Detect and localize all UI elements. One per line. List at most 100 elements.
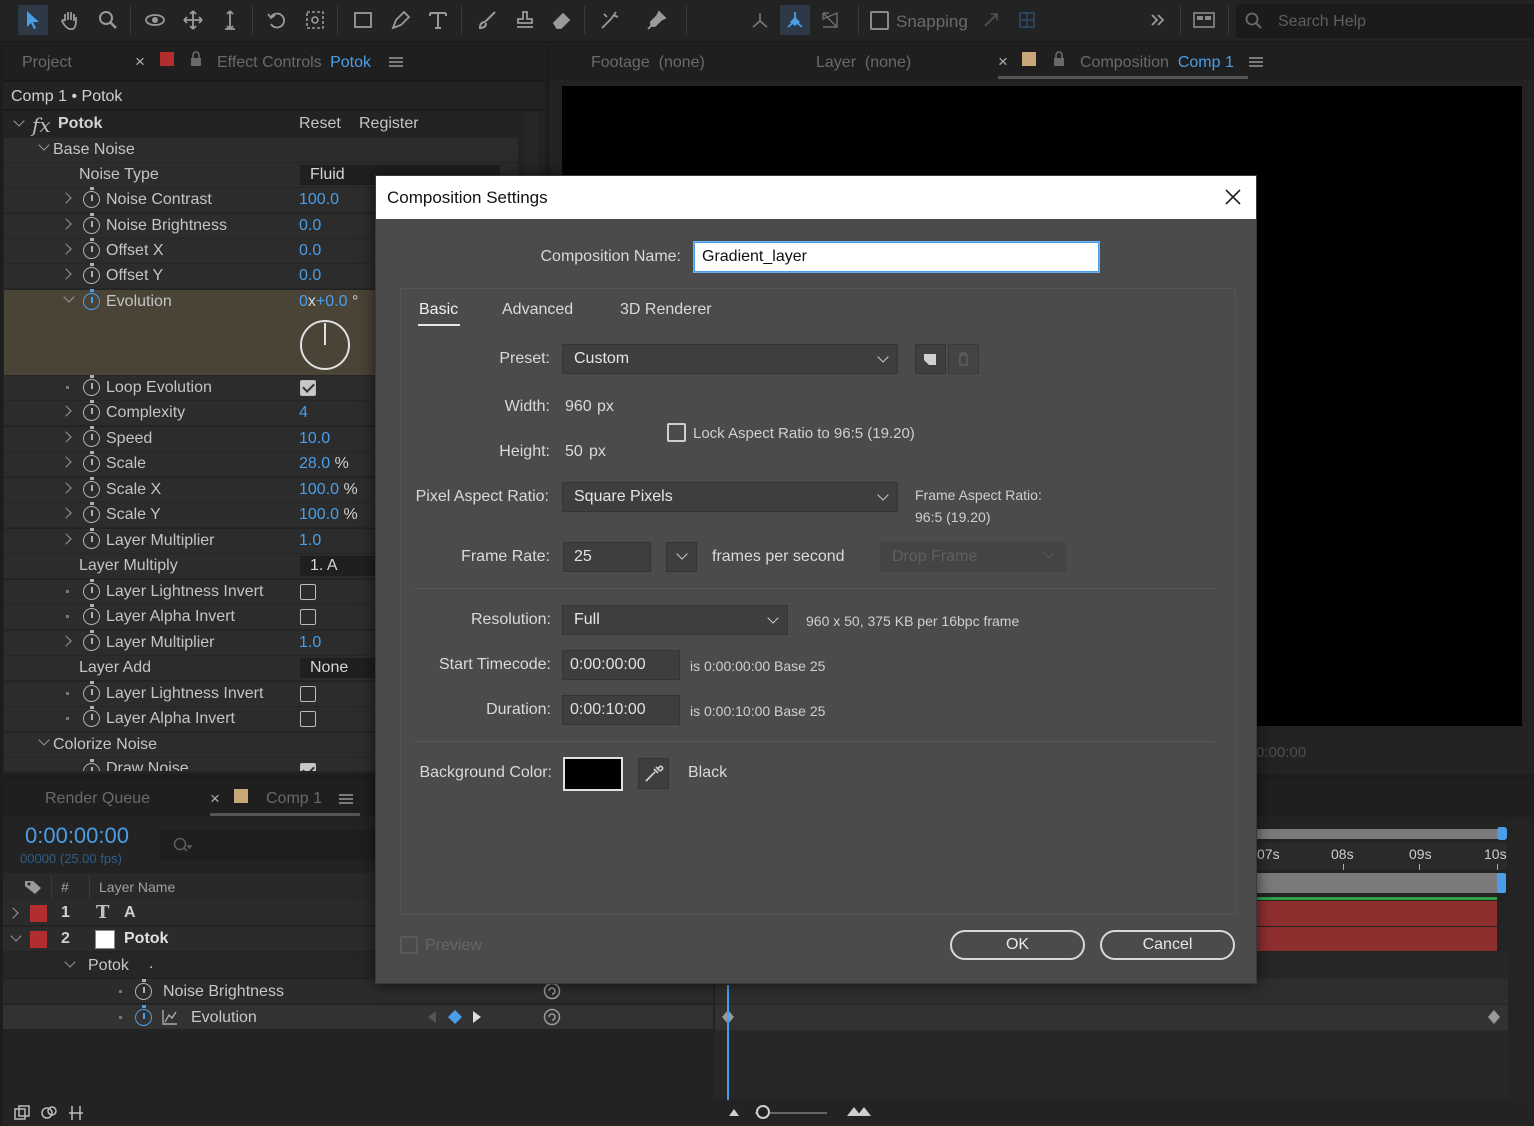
param-value[interactable]: 1.0 [299,634,321,652]
zoom-in-icon[interactable] [845,1104,873,1118]
stopwatch-icon[interactable] [135,979,152,1000]
stopwatch-icon[interactable] [83,528,100,549]
pen-tool-icon[interactable] [386,5,416,35]
param-value[interactable]: 10.0 [299,430,330,448]
loop-evolution-checkbox[interactable] [300,380,316,396]
in-out-icon[interactable] [67,1104,85,1122]
panel-menu-icon[interactable] [389,57,403,67]
chevron-down-icon[interactable] [13,115,25,127]
timeline-search-field[interactable] [160,830,375,860]
expand-toolbar-icon[interactable] [1143,5,1173,35]
layer-switches-icon[interactable] [13,1104,31,1122]
tab-project[interactable]: Project [22,54,72,72]
layer-name[interactable]: Potok [124,930,168,948]
chevron-right-icon[interactable] [60,533,72,545]
stopwatch-icon[interactable] [83,604,100,625]
stopwatch-icon[interactable] [83,289,100,310]
chevron-right-icon[interactable] [60,243,72,255]
current-time-display[interactable]: 0:00:00:00 [25,823,129,849]
tab-layer[interactable]: Layer (none) [816,54,911,72]
label-color-swatch[interactable] [30,931,47,948]
register-link[interactable]: Register [359,115,419,133]
eraser-tool-icon[interactable] [547,5,577,35]
comp-end-marker[interactable] [1497,873,1506,893]
search-help-field[interactable]: Search Help [1236,4,1534,38]
zoom-tool-icon[interactable] [93,5,123,35]
stopwatch-icon[interactable] [83,630,100,651]
label-color-swatch[interactable] [30,905,47,922]
work-area-bar[interactable] [1257,829,1502,839]
chevron-right-icon[interactable] [60,405,72,417]
puppet-pin-tool-icon[interactable] [642,5,672,35]
hand-tool-icon[interactable] [55,5,85,35]
zoom-slider-handle[interactable] [756,1105,770,1119]
tab-footage[interactable]: Footage (none) [591,54,705,72]
layer-alpha-invert-checkbox[interactable] [300,609,316,625]
stopwatch-icon[interactable] [83,706,100,727]
panel-menu-icon[interactable] [1249,57,1263,67]
param-value[interactable]: 0.0 [299,267,321,285]
chevron-right-icon[interactable] [60,635,72,647]
start-timecode-input[interactable]: 0:00:00:00 [562,650,680,680]
brush-tool-icon[interactable] [472,5,502,35]
clone-stamp-tool-icon[interactable] [510,5,540,35]
duration-input[interactable]: 0:00:10:00 [562,695,680,725]
snapping-checkbox[interactable] [870,11,889,30]
expression-pickwhip-icon[interactable] [542,1007,562,1027]
stopwatch-icon[interactable] [83,187,100,208]
layer-lightness-invert-checkbox[interactable] [300,584,316,600]
fx-icon[interactable]: fx [32,113,51,137]
rotate-tool-icon[interactable] [262,5,292,35]
layer-name[interactable]: A [124,904,136,922]
stopwatch-icon[interactable] [83,579,100,600]
height-value[interactable]: 50 [565,443,583,461]
param-value[interactable]: 1.0 [299,532,321,550]
chevron-down-icon[interactable] [64,956,76,968]
stopwatch-icon[interactable] [83,263,100,284]
tab-advanced[interactable]: Advanced [502,301,573,319]
param-value[interactable]: 28.0 % [299,455,349,473]
lock-aspect-checkbox[interactable] [667,423,686,442]
chevron-down-icon[interactable] [10,930,22,942]
stopwatch-icon[interactable] [83,238,100,259]
timeline-vertical-scrollbar[interactable] [1508,817,1528,1107]
param-value[interactable]: 0.0 [299,217,321,235]
pan-tool-icon[interactable] [178,5,208,35]
tab-render-queue[interactable]: Render Queue [45,790,150,808]
snap-edges-icon[interactable] [976,5,1006,35]
evolution-value[interactable]: 0x+0.0 ° [299,293,358,311]
prev-keyframe-icon[interactable] [426,1009,438,1025]
width-value[interactable]: 960 [565,398,592,416]
draw-noise-checkbox[interactable] [300,763,316,771]
layer-row-1[interactable]: 1 T A [3,901,375,926]
preview-checkbox[interactable] [400,936,418,954]
chevron-right-icon[interactable] [60,218,72,230]
preset-dropdown[interactable]: Custom [562,344,898,374]
stopwatch-icon[interactable] [83,681,100,702]
chevron-down-icon[interactable] [38,139,50,151]
lock-icon[interactable] [189,51,203,67]
cancel-button[interactable]: Cancel [1100,930,1235,960]
layer-range-bar[interactable] [1257,873,1502,893]
label-tag-icon[interactable] [23,879,43,895]
close-icon[interactable] [1224,188,1242,206]
param-value[interactable]: 4 [299,404,308,422]
anchor-tool-icon[interactable] [300,5,330,35]
property-row[interactable]: Evolution [3,1005,713,1030]
stopwatch-icon[interactable] [83,426,100,447]
chevron-right-icon[interactable] [60,507,72,519]
chevron-right-icon[interactable] [60,482,72,494]
viewer-timecode[interactable]: 0:00:00 [1256,744,1306,761]
rectangle-tool-icon[interactable] [348,5,378,35]
reset-link[interactable]: Reset [299,115,341,133]
close-tab-icon[interactable]: × [998,52,1008,72]
chevron-right-icon[interactable] [60,431,72,443]
add-keyframe-icon[interactable] [447,1009,463,1025]
stopwatch-icon[interactable] [83,759,100,771]
layer-1-duration-bar[interactable] [1257,901,1497,926]
orbit-tool-icon[interactable] [140,5,170,35]
world-axis-icon[interactable] [780,5,810,35]
stopwatch-icon[interactable] [135,1005,152,1026]
tab-composition[interactable]: Composition Comp 1 [1080,54,1234,72]
tab-effect-controls[interactable]: Effect Controls Potok [217,54,371,72]
